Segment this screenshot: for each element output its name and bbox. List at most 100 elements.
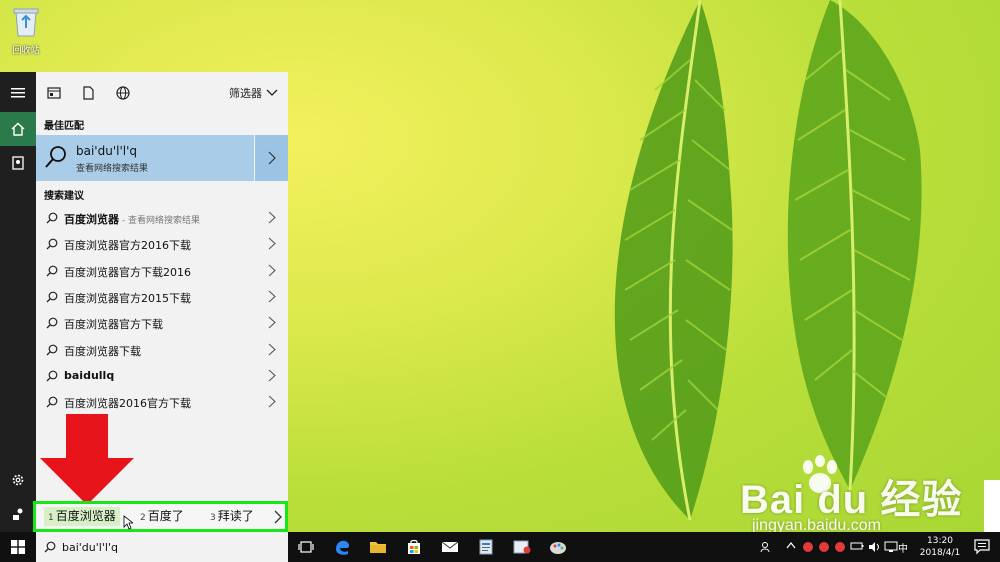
search-icon <box>46 291 58 303</box>
system-tray: 中 13:20 2018/4/1 <box>760 532 1000 562</box>
suggestion-text: 百度浏览器官方下载 <box>64 318 163 332</box>
chevron-down-icon <box>266 89 278 96</box>
chevron-right-icon <box>268 151 276 165</box>
ime-candidate-number: 2 <box>140 513 146 523</box>
ime-candidate-text: 百度了 <box>147 509 184 523</box>
recycle-bin-label: 回收站 <box>12 46 40 56</box>
system-clock[interactable]: 13:20 2018/4/1 <box>916 535 964 559</box>
chevron-right-icon[interactable] <box>268 316 276 329</box>
best-match-heading: 最佳匹配 <box>44 121 84 132</box>
store-bag-icon <box>408 539 420 554</box>
edge-taskbar-button[interactable] <box>324 532 360 562</box>
network-icon[interactable] <box>884 541 898 553</box>
windows-logo-icon <box>11 540 25 554</box>
filter-label: 筛选器 <box>229 87 262 100</box>
annotation-arrow <box>40 414 134 505</box>
tray-app-icon-3[interactable] <box>834 541 846 553</box>
start-button[interactable] <box>0 532 36 562</box>
clock-date: 2018/4/1 <box>919 548 961 558</box>
ime-candidate-bar: 1 百度浏览器 2 百度了 3 拜读了 <box>33 501 288 532</box>
file-explorer-taskbar-button[interactable] <box>360 532 396 562</box>
suggestion-item[interactable]: 百度浏览器官方2016下载 <box>36 231 288 257</box>
people-icon[interactable] <box>760 541 772 553</box>
documents-filter-icon[interactable] <box>80 85 96 101</box>
home-button[interactable] <box>0 112 36 146</box>
suggestion-item[interactable]: 百度浏览器官方下载2016 <box>36 258 288 284</box>
ime-candidate-text: 百度浏览器 <box>55 509 116 523</box>
ime-next-page-button[interactable] <box>271 504 285 529</box>
store-taskbar-button[interactable] <box>396 532 432 562</box>
mail-taskbar-button[interactable] <box>432 532 468 562</box>
suggestion-item[interactable]: 百度浏览器下载 <box>36 337 288 363</box>
paint-app-icon <box>550 542 566 554</box>
best-match-expand-button[interactable] <box>254 135 288 181</box>
battery-icon[interactable] <box>850 541 864 551</box>
tray-app-icon-1[interactable] <box>802 541 814 553</box>
app-taskbar-button-1[interactable] <box>468 532 504 562</box>
mouse-cursor-icon <box>123 515 133 530</box>
chevron-right-icon[interactable] <box>268 343 276 356</box>
tray-app-icon-2[interactable] <box>818 541 830 553</box>
suggestion-item[interactable]: 百度浏览器2016官方下载 <box>36 389 288 415</box>
chevron-up-icon[interactable] <box>786 541 796 549</box>
search-icon <box>44 541 56 553</box>
filter-dropdown[interactable]: 筛选器 <box>229 85 278 101</box>
chevron-right-icon[interactable] <box>268 237 276 250</box>
input-language-indicator[interactable]: 中 <box>898 540 908 555</box>
notebook-icon <box>12 156 24 170</box>
taskbar-search-box <box>36 532 288 562</box>
ime-candidate-number: 1 <box>48 513 54 523</box>
document-app-icon <box>479 539 493 555</box>
action-center-icon[interactable] <box>974 539 990 555</box>
best-match-open[interactable]: bai'du'l'l'q 查看网络搜索结果 <box>36 135 253 181</box>
recycle-bin-icon <box>13 8 39 37</box>
chevron-right-icon[interactable] <box>268 369 276 382</box>
suggestion-item[interactable]: baidullq <box>36 363 288 389</box>
search-input[interactable] <box>62 538 262 556</box>
search-icon <box>46 317 58 329</box>
chevron-right-icon[interactable] <box>268 264 276 277</box>
feedback-button[interactable] <box>0 497 36 531</box>
suggestion-item[interactable]: 百度浏览器 - 查看网络搜索结果 <box>36 205 288 231</box>
best-match-result: bai'du'l'l'q 查看网络搜索结果 <box>36 135 288 181</box>
search-icon <box>46 265 58 277</box>
volume-icon[interactable] <box>868 541 880 553</box>
wallpaper-leaf-right <box>787 0 922 490</box>
feedback-icon <box>13 508 23 520</box>
home-icon <box>11 122 25 136</box>
app-taskbar-button-3[interactable] <box>540 532 576 562</box>
taskbar: 中 13:20 2018/4/1 <box>0 532 1000 562</box>
suggestion-item[interactable]: 百度浏览器官方2015下载 <box>36 284 288 310</box>
settings-button[interactable] <box>0 463 36 497</box>
ime-candidate-3[interactable]: 3 拜读了 <box>206 507 258 526</box>
suggestions-heading: 搜索建议 <box>44 191 84 202</box>
chevron-right-icon[interactable] <box>268 290 276 303</box>
filter-bar: 筛选器 <box>36 72 288 114</box>
hamburger-menu-button[interactable] <box>0 76 36 110</box>
chevron-right-icon[interactable] <box>268 395 276 408</box>
task-view-button[interactable] <box>288 532 324 562</box>
task-view-icon <box>298 541 314 553</box>
search-icon <box>45 146 66 168</box>
hamburger-icon <box>11 88 25 98</box>
ime-candidate-number: 3 <box>210 513 216 523</box>
suggestion-item[interactable]: 百度浏览器官方下载 <box>36 310 288 336</box>
web-filter-icon[interactable] <box>115 85 131 101</box>
search-icon <box>46 344 58 355</box>
apps-filter-icon[interactable] <box>46 85 62 101</box>
chevron-right-icon[interactable] <box>268 211 276 224</box>
recycle-bin-shortcut[interactable]: 回收站 <box>6 4 46 56</box>
suggestion-text: 百度浏览器官方2016下载 <box>64 239 191 253</box>
ime-candidate-2[interactable]: 2 百度了 <box>136 507 188 526</box>
start-menu-rail <box>0 72 36 532</box>
mail-icon <box>441 541 459 552</box>
best-match-subtitle: 查看网络搜索结果 <box>76 164 149 174</box>
search-icon <box>46 212 58 224</box>
ime-candidate-1[interactable]: 1 百度浏览器 <box>44 507 120 526</box>
desktop-corner-tile <box>984 480 1000 532</box>
notebook-button[interactable] <box>0 146 36 180</box>
suggestion-text: 百度浏览器官方下载2016 <box>64 265 191 279</box>
app-taskbar-button-2[interactable] <box>504 532 540 562</box>
search-icon <box>46 370 58 382</box>
clock-time: 13:20 <box>927 536 953 546</box>
